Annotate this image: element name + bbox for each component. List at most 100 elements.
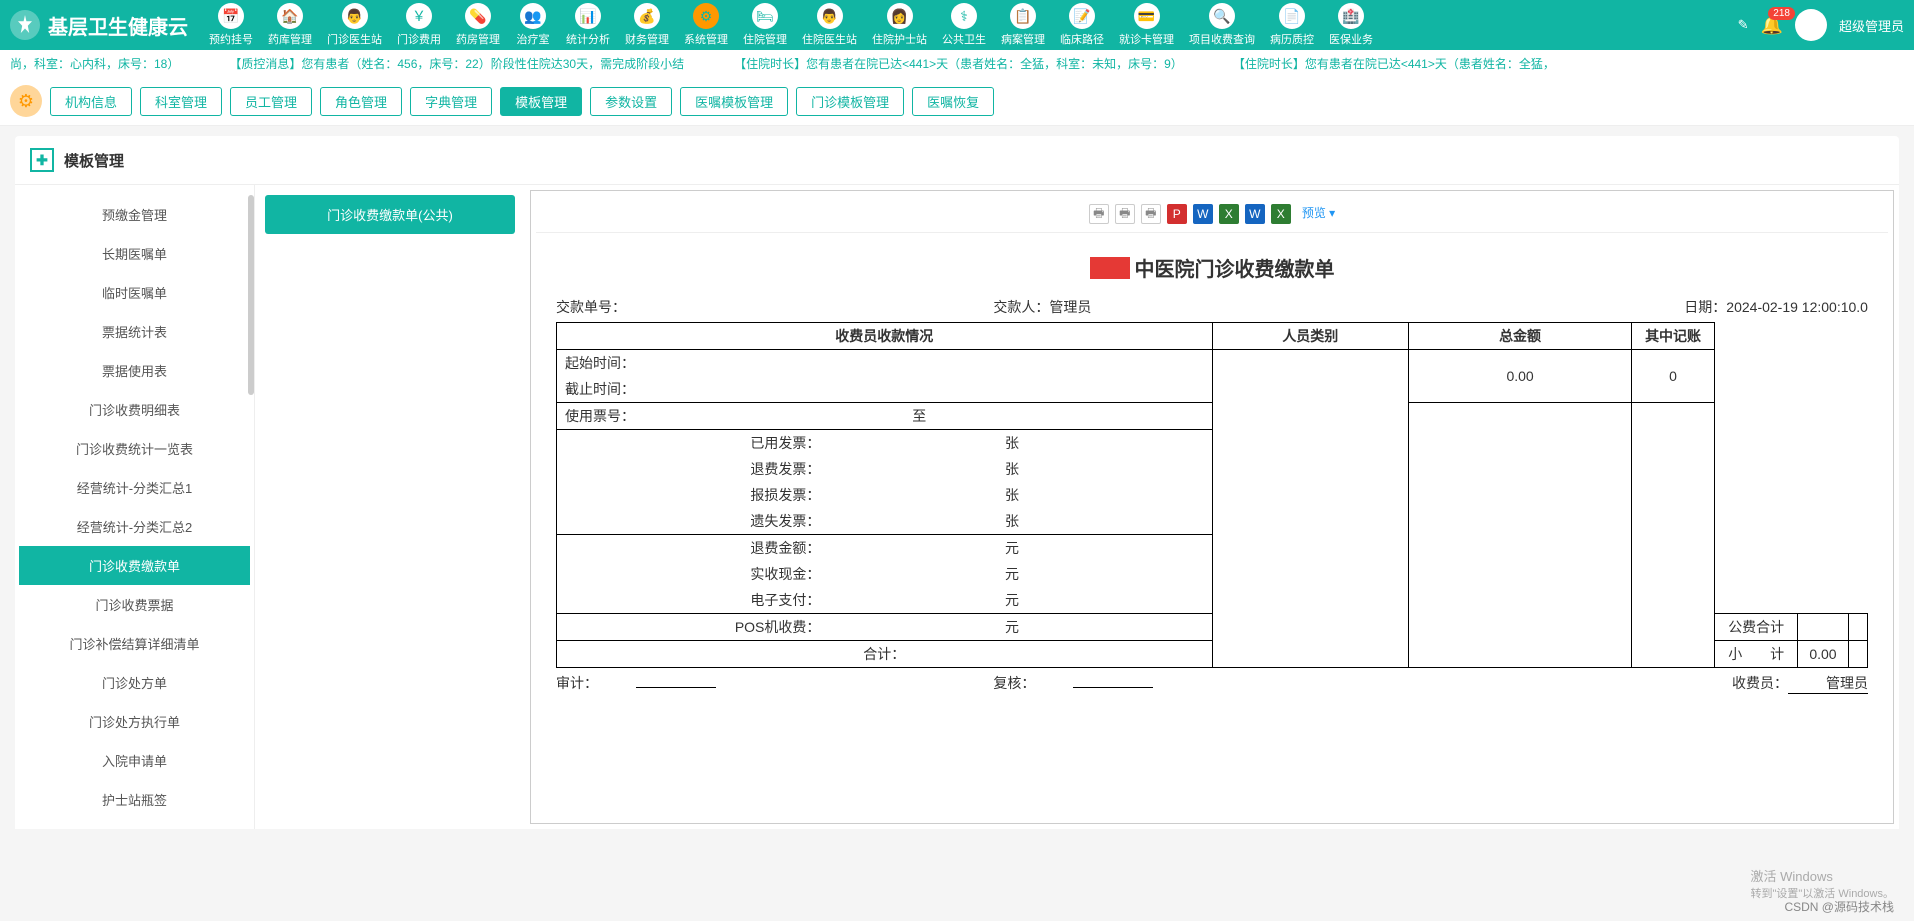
- sidebar-item[interactable]: 门诊收费明细表: [19, 390, 250, 429]
- sidebar-item[interactable]: 护士站瓶签: [19, 780, 250, 819]
- gear-icon[interactable]: ⚙: [10, 85, 42, 117]
- sidebar-item[interactable]: 经营统计-分类汇总2: [19, 507, 250, 546]
- sidebar-item[interactable]: 门诊收费票据: [19, 585, 250, 624]
- nav-icon: 🔍: [1209, 3, 1235, 29]
- doc-table: 收费员收款情况人员类别总金额其中记账 起始时间：0.000 截止时间： 使用票号…: [556, 322, 1868, 668]
- nav-icon: 📅: [218, 3, 244, 29]
- app-title: 基层卫生健康云: [48, 11, 188, 40]
- nav-icon: 💊: [465, 3, 491, 29]
- nav-预约挂号[interactable]: 📅预约挂号: [203, 0, 259, 50]
- preview-panel: 🖶 🖶 🖶 P W X W X 预览 ▾ 中医院门诊收费缴款单 交款单号： 交款…: [530, 190, 1894, 824]
- marquee-bar: 尚，科室：心内科，床号：18）【质控消息】您有患者（姓名：456，床号：22）阶…: [0, 50, 1914, 77]
- nav-病历质控[interactable]: 📄病历质控: [1264, 0, 1320, 50]
- nav-系统管理[interactable]: ⚙系统管理: [678, 0, 734, 50]
- notification-badge: 218: [1768, 7, 1795, 20]
- nav-病案管理[interactable]: 📋病案管理: [995, 0, 1051, 50]
- subnav-角色管理[interactable]: 角色管理: [320, 87, 402, 116]
- nav-icon: 💰: [634, 3, 660, 29]
- doc-meta: 交款单号： 交款人：管理员 日期：2024-02-19 12:00:10.0: [556, 297, 1868, 317]
- edit-icon[interactable]: ✎: [1738, 17, 1749, 33]
- print2-icon[interactable]: 🖶: [1115, 204, 1135, 224]
- nav-icon: 👥: [520, 3, 546, 29]
- page-title: 模板管理: [64, 150, 124, 171]
- nav-icon: 👨: [342, 3, 368, 29]
- notification-bell[interactable]: 🔔218: [1761, 15, 1783, 36]
- footer-credit: CSDN @源码技术栈: [1784, 898, 1894, 915]
- template-column: 门诊收费缴款单(公共): [255, 185, 525, 829]
- preview-dropdown[interactable]: 预览 ▾: [1302, 204, 1335, 224]
- nav-icon: 🛏: [752, 3, 778, 29]
- nav-治疗室[interactable]: 👥治疗室: [509, 0, 557, 50]
- doc-footer: 审计： 复核： 收费员：管理员: [556, 673, 1868, 694]
- excel2-icon[interactable]: X: [1271, 204, 1291, 224]
- word-icon[interactable]: W: [1193, 204, 1213, 224]
- avatar[interactable]: [1795, 9, 1827, 41]
- subnav-机构信息[interactable]: 机构信息: [50, 87, 132, 116]
- nav-icon: 🏠: [277, 3, 303, 29]
- subnav-医嘱模板管理[interactable]: 医嘱模板管理: [680, 87, 788, 116]
- nav-icon: 👩: [887, 3, 913, 29]
- red-block: [1090, 257, 1130, 279]
- sidebar-item[interactable]: 预缴金管理: [19, 195, 250, 234]
- template-button[interactable]: 门诊收费缴款单(公共): [265, 195, 515, 234]
- nav-icon: 📊: [575, 3, 601, 29]
- print3-icon[interactable]: 🖶: [1141, 204, 1161, 224]
- sidebar-item[interactable]: 门诊收费统计一览表: [19, 429, 250, 468]
- subnav-科室管理[interactable]: 科室管理: [140, 87, 222, 116]
- logo-icon: [10, 10, 40, 40]
- sidebar-item[interactable]: 门诊收费缴款单: [19, 546, 250, 585]
- sub-nav: ⚙ 机构信息科室管理员工管理角色管理字典管理模板管理参数设置医嘱模板管理门诊模板…: [0, 77, 1914, 126]
- nav-icon: 👨: [817, 3, 843, 29]
- sidebar-item[interactable]: 长期医嘱单: [19, 234, 250, 273]
- sidebar-item[interactable]: 门诊处方单: [19, 663, 250, 702]
- nav-住院护士站[interactable]: 👩住院护士站: [866, 0, 933, 50]
- nav-icon: 📋: [1010, 3, 1036, 29]
- subnav-模板管理[interactable]: 模板管理: [500, 87, 582, 116]
- excel-icon[interactable]: X: [1219, 204, 1239, 224]
- subnav-门诊模板管理[interactable]: 门诊模板管理: [796, 87, 904, 116]
- nav-icon: 🏥: [1338, 3, 1364, 29]
- nav-住院管理[interactable]: 🛏住院管理: [737, 0, 793, 50]
- nav-icon: 📄: [1279, 3, 1305, 29]
- subnav-医嘱恢复[interactable]: 医嘱恢复: [912, 87, 994, 116]
- watermark: 激活 Windows 转到"设置"以激活 Windows。: [1751, 866, 1895, 901]
- sidebar-item[interactable]: 经营统计-分类汇总1: [19, 468, 250, 507]
- app-logo: 基层卫生健康云: [10, 10, 188, 40]
- doc-title: 中医院门诊收费缴款单: [556, 253, 1868, 282]
- topbar: 基层卫生健康云 📅预约挂号🏠药库管理👨门诊医生站￥门诊费用💊药房管理👥治疗室📊统…: [0, 0, 1914, 50]
- content: 预缴金管理长期医嘱单临时医嘱单票据统计表票据使用表门诊收费明细表门诊收费统计一览…: [15, 185, 1899, 829]
- nav-统计分析[interactable]: 📊统计分析: [560, 0, 616, 50]
- nav-门诊医生站[interactable]: 👨门诊医生站: [321, 0, 388, 50]
- sidebar-item[interactable]: 票据使用表: [19, 351, 250, 390]
- nav-公共卫生[interactable]: ⚕公共卫生: [936, 0, 992, 50]
- subnav-字典管理[interactable]: 字典管理: [410, 87, 492, 116]
- preview-toolbar: 🖶 🖶 🖶 P W X W X 预览 ▾: [536, 196, 1888, 233]
- word2-icon[interactable]: W: [1245, 204, 1265, 224]
- nav-临床路径[interactable]: 📝临床路径: [1054, 0, 1110, 50]
- nav-住院医生站[interactable]: 👨住院医生站: [796, 0, 863, 50]
- nav-就诊卡管理[interactable]: 💳就诊卡管理: [1113, 0, 1180, 50]
- subnav-员工管理[interactable]: 员工管理: [230, 87, 312, 116]
- sidebar-item[interactable]: 临时医嘱单: [19, 273, 250, 312]
- sidebar-item[interactable]: 票据统计表: [19, 312, 250, 351]
- nav-icon: 💳: [1134, 3, 1160, 29]
- sidebar-item[interactable]: 门诊处方执行单: [19, 702, 250, 741]
- nav-药房管理[interactable]: 💊药房管理: [450, 0, 506, 50]
- nav-医保业务[interactable]: 🏥医保业务: [1323, 0, 1379, 50]
- nav-财务管理[interactable]: 💰财务管理: [619, 0, 675, 50]
- nav-门诊费用[interactable]: ￥门诊费用: [391, 0, 447, 50]
- pdf-icon[interactable]: P: [1167, 204, 1187, 224]
- nav-icon: ￥: [406, 3, 432, 29]
- page-icon: ✚: [30, 148, 54, 172]
- topbar-right: ✎ 🔔218 超级管理员: [1738, 9, 1904, 41]
- print-icon[interactable]: 🖶: [1089, 204, 1109, 224]
- document: 中医院门诊收费缴款单 交款单号： 交款人：管理员 日期：2024-02-19 1…: [536, 233, 1888, 714]
- user-role: 超级管理员: [1839, 16, 1904, 35]
- sidebar-item[interactable]: 门诊补偿结算详细清单: [19, 624, 250, 663]
- main-nav: 📅预约挂号🏠药库管理👨门诊医生站￥门诊费用💊药房管理👥治疗室📊统计分析💰财务管理…: [203, 0, 1738, 50]
- subnav-参数设置[interactable]: 参数设置: [590, 87, 672, 116]
- nav-药库管理[interactable]: 🏠药库管理: [262, 0, 318, 50]
- sidebar-item[interactable]: 入院申请单: [19, 741, 250, 780]
- template-sidebar: 预缴金管理长期医嘱单临时医嘱单票据统计表票据使用表门诊收费明细表门诊收费统计一览…: [15, 185, 255, 829]
- nav-项目收费查询[interactable]: 🔍项目收费查询: [1183, 0, 1261, 50]
